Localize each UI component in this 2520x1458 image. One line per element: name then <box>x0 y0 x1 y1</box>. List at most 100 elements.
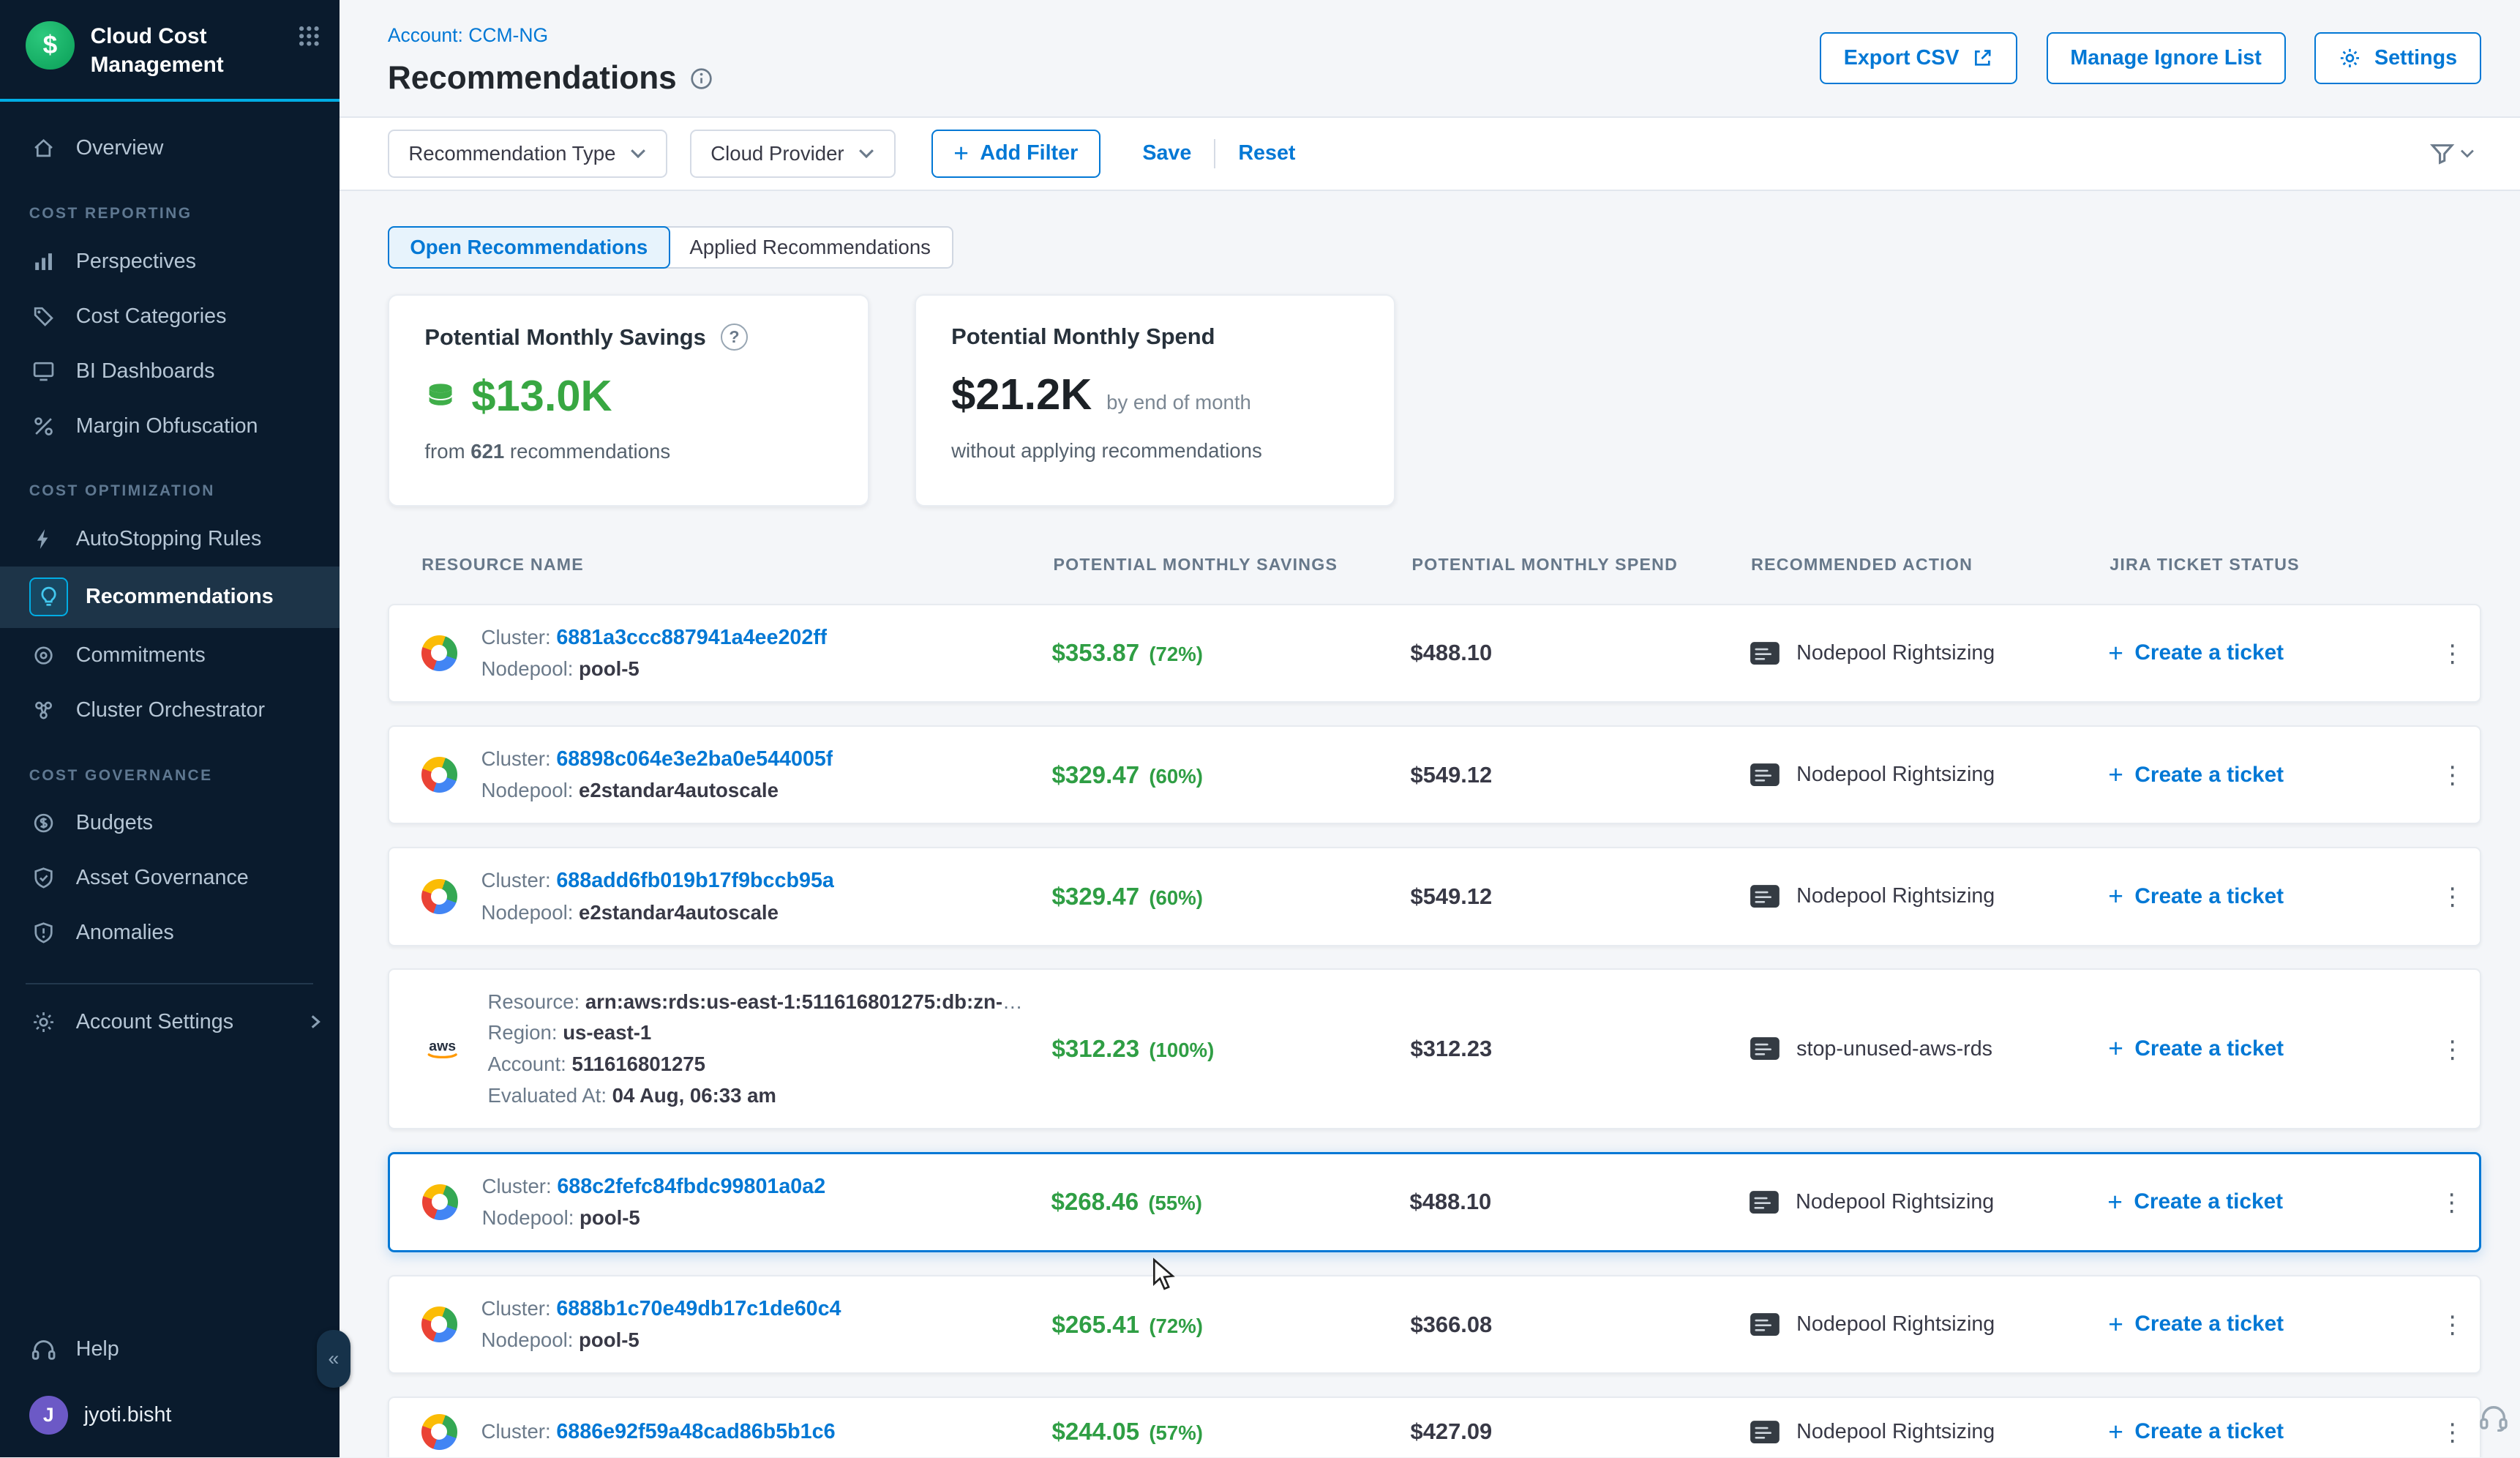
user-name: jyoti.bisht <box>84 1403 172 1427</box>
resource-link[interactable]: 6886e92f59a48cad86b5b1c6 <box>556 1420 835 1443</box>
column-jira-ticket-status: JIRA TICKET STATUS <box>2110 555 2426 575</box>
resource-value: e2standar4autoscale <box>579 901 779 924</box>
sidebar-collapse-handle[interactable]: « <box>317 1330 350 1388</box>
gear-icon <box>29 1007 59 1036</box>
resource-link[interactable]: 688add6fb019b17f9bccb95a <box>556 869 834 892</box>
header-actions: Export CSV Manage Ignore List Settings <box>1820 19 2481 116</box>
gcp-provider-icon <box>422 1184 458 1220</box>
reset-filter-link[interactable]: Reset <box>1238 141 1295 165</box>
plus-icon: + <box>2108 762 2123 788</box>
column-potential-monthly-spend: POTENTIAL MONTHLY SPEND <box>1412 555 1752 575</box>
recommendation-type-dropdown[interactable]: Recommendation Type <box>388 130 667 178</box>
spend-value: $21.2K <box>951 369 1092 419</box>
sidebar-item-bi-dashboards[interactable]: BI Dashboards <box>0 344 340 399</box>
action-label: stop-unused-aws-rds <box>1796 1037 1992 1061</box>
create-ticket-button[interactable]: +Create a ticket <box>2108 1036 2425 1061</box>
resource-link[interactable]: 6888b1c70e49db17c1de60c4 <box>556 1297 841 1320</box>
sidebar-item-anomalies[interactable]: Anomalies <box>0 905 340 960</box>
savings-value: $13.0K <box>471 370 612 421</box>
row-menu-icon[interactable]: ⋮ <box>2425 760 2480 789</box>
spend-cell: $488.10 <box>1411 640 1750 666</box>
cloud-provider-dropdown[interactable]: Cloud Provider <box>690 130 896 178</box>
resource-value: pool-5 <box>580 1206 640 1229</box>
action-type-icon <box>1750 884 1780 908</box>
row-menu-icon[interactable]: ⋮ <box>2424 1188 2479 1216</box>
sidebar-item-overview[interactable]: Overview <box>0 121 340 176</box>
recommended-action-cell: Nodepool Rightsizing <box>1750 763 2108 787</box>
headset-icon <box>29 1335 59 1364</box>
resource-detail-line: Evaluated At: 04 Aug, 06:33 am <box>487 1080 1032 1112</box>
row-menu-icon[interactable]: ⋮ <box>2425 639 2480 668</box>
nav-section-label: COST GOVERNANCE <box>29 767 340 785</box>
create-ticket-button[interactable]: +Create a ticket <box>2108 1312 2425 1337</box>
table-row[interactable]: Cluster: 68898c064e3e2ba0e544005fNodepoo… <box>388 725 2481 824</box>
row-menu-icon[interactable]: ⋮ <box>2425 1418 2480 1446</box>
sidebar-item-account-settings[interactable]: Account Settings <box>0 995 340 1050</box>
sidebar-item-label: Asset Governance <box>76 866 249 890</box>
table-row[interactable]: Cluster: 6886e92f59a48cad86b5b1c6$244.05… <box>388 1397 2481 1457</box>
breadcrumb-account[interactable]: Account: CCM-NG <box>388 24 548 47</box>
savings-cell: $268.46(55%) <box>1051 1187 1409 1216</box>
table-row[interactable]: Cluster: 688add6fb019b17f9bccb95aNodepoo… <box>388 847 2481 946</box>
sidebar-item-autostopping-rules[interactable]: AutoStopping Rules <box>0 512 340 567</box>
summary-cards: Potential Monthly Savings ? $13.0K from … <box>388 294 2481 506</box>
create-ticket-button[interactable]: +Create a ticket <box>2108 883 2425 909</box>
shield-icon <box>29 864 59 893</box>
settings-button[interactable]: Settings <box>2314 32 2481 84</box>
manage-ignore-list-button[interactable]: Manage Ignore List <box>2047 32 2286 84</box>
resource-link[interactable]: 6881a3ccc887941a4ee202ff <box>556 626 827 649</box>
table-row[interactable]: Cluster: 688c2fefc84fbdc99801a0a2Nodepoo… <box>388 1152 2481 1252</box>
sidebar-item-perspectives[interactable]: Perspectives <box>0 234 340 289</box>
support-chat-icon[interactable] <box>2478 1402 2509 1438</box>
resource-link[interactable]: 68898c064e3e2ba0e544005f <box>556 747 833 771</box>
module-grid-icon[interactable] <box>299 24 320 53</box>
row-menu-icon[interactable]: ⋮ <box>2425 1310 2480 1339</box>
filter-icon[interactable] <box>2429 141 2475 166</box>
spend-subtitle: without applying recommendations <box>951 439 1359 463</box>
sidebar-item-cluster-orchestrator[interactable]: Cluster Orchestrator <box>0 683 340 738</box>
row-menu-icon[interactable]: ⋮ <box>2425 882 2480 911</box>
sidebar-item-commitments[interactable]: Commitments <box>0 628 340 683</box>
table-row[interactable]: Cluster: 6888b1c70e49db17c1de60c4Nodepoo… <box>388 1275 2481 1374</box>
resource-value: e2standar4autoscale <box>579 779 779 801</box>
gcp-provider-icon <box>421 1306 457 1342</box>
sidebar-item-cost-categories[interactable]: Cost Categories <box>0 289 340 344</box>
save-filter-link[interactable]: Save <box>1142 141 1191 165</box>
sidebar-header: $ Cloud Cost Management <box>0 0 340 102</box>
sidebar-item-margin-obfuscation[interactable]: Margin Obfuscation <box>0 399 340 454</box>
sidebar-item-help[interactable]: Help <box>0 1322 340 1377</box>
create-ticket-button[interactable]: +Create a ticket <box>2108 640 2425 666</box>
sidebar-item-label: Anomalies <box>76 921 174 945</box>
add-filter-button[interactable]: + Add Filter <box>931 130 1100 178</box>
tab-applied-recommendations[interactable]: Applied Recommendations <box>669 228 952 267</box>
user-profile[interactable]: J jyoti.bisht <box>0 1377 340 1457</box>
app-root: $ Cloud Cost Management OverviewCOST REP… <box>0 0 2520 1457</box>
export-csv-button[interactable]: Export CSV <box>1820 32 2017 84</box>
resource-detail-line: Resource: arn:aws:rds:us-east-1:51161680… <box>487 987 1032 1018</box>
page-title: Recommendations <box>388 60 677 97</box>
table-row[interactable]: aws Resource: arn:aws:rds:us-east-1:51161… <box>388 968 2481 1129</box>
create-ticket-button[interactable]: +Create a ticket <box>2107 1189 2424 1215</box>
avatar: J <box>29 1396 68 1435</box>
table-row[interactable]: Cluster: 6881a3ccc887941a4ee202ffNodepoo… <box>388 604 2481 703</box>
svg-text:aws: aws <box>429 1039 456 1055</box>
create-ticket-button[interactable]: +Create a ticket <box>2108 1419 2425 1445</box>
resource-link[interactable]: 688c2fefc84fbdc99801a0a2 <box>557 1175 825 1198</box>
row-menu-icon[interactable]: ⋮ <box>2425 1035 2480 1063</box>
table-header: RESOURCE NAME POTENTIAL MONTHLY SAVINGS … <box>388 555 2481 575</box>
action-type-icon <box>1750 763 1780 787</box>
sidebar-item-budgets[interactable]: Budgets <box>0 796 340 850</box>
tab-open-recommendations[interactable]: Open Recommendations <box>388 226 670 269</box>
resource-detail-line: Cluster: 6888b1c70e49db17c1de60c4 <box>481 1293 841 1325</box>
plus-icon: + <box>2108 640 2123 666</box>
filter-bar: Recommendation Type Cloud Provider + Add… <box>340 116 2520 191</box>
info-icon[interactable] <box>689 67 713 91</box>
help-circle-icon[interactable]: ? <box>721 324 749 351</box>
sidebar-item-asset-governance[interactable]: Asset Governance <box>0 850 340 905</box>
savings-cell: $244.05(57%) <box>1051 1417 1410 1446</box>
savings-card-title: Potential Monthly Savings <box>424 324 705 351</box>
sidebar-item-recommendations[interactable]: Recommendations <box>0 567 340 628</box>
create-ticket-button[interactable]: +Create a ticket <box>2108 762 2425 788</box>
column-recommended-action: RECOMMENDED ACTION <box>1751 555 2110 575</box>
gcp-provider-icon <box>421 879 457 915</box>
